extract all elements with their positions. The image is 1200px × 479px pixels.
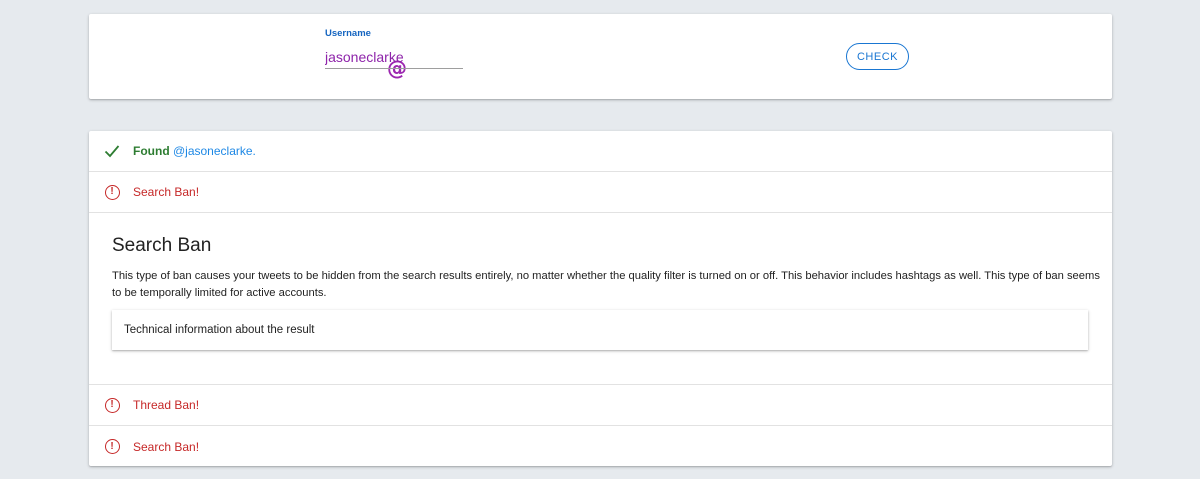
search-ban-text-2: Search Ban!	[133, 439, 200, 454]
results-card: Found @jasoneclarke. ! Search Ban! Searc…	[89, 131, 1112, 466]
thread-ban-text: Thread Ban!	[133, 398, 200, 412]
result-row-search-ban-2[interactable]: ! Search Ban!	[89, 426, 1112, 467]
error-circle-icon: !	[104, 439, 120, 454]
username-input[interactable]	[325, 45, 463, 69]
detail-title: Search Ban	[112, 235, 212, 256]
error-circle-icon: !	[104, 397, 120, 413]
result-row-found: Found @jasoneclarke.	[89, 131, 1112, 172]
username-label: Username	[325, 28, 371, 39]
found-text: Found @jasoneclarke.	[133, 144, 256, 158]
username-field[interactable]: Username	[325, 28, 463, 69]
check-button[interactable]: CHECK	[846, 43, 909, 70]
search-ban-detail: Search Ban This type of ban causes your …	[89, 213, 1112, 385]
search-card: @ Username CHECK	[89, 14, 1112, 99]
error-circle-icon: !	[104, 184, 120, 200]
technical-info-panel[interactable]: Technical information about the result	[112, 310, 1088, 350]
found-username: @jasoneclarke	[172, 144, 253, 158]
search-ban-text: Search Ban!	[133, 185, 200, 199]
check-icon	[89, 144, 133, 158]
result-row-search-ban[interactable]: ! Search Ban!	[89, 172, 1112, 213]
result-row-thread-ban[interactable]: ! Thread Ban!	[89, 385, 1112, 426]
detail-body: This type of ban causes your tweets to b…	[112, 270, 1100, 299]
